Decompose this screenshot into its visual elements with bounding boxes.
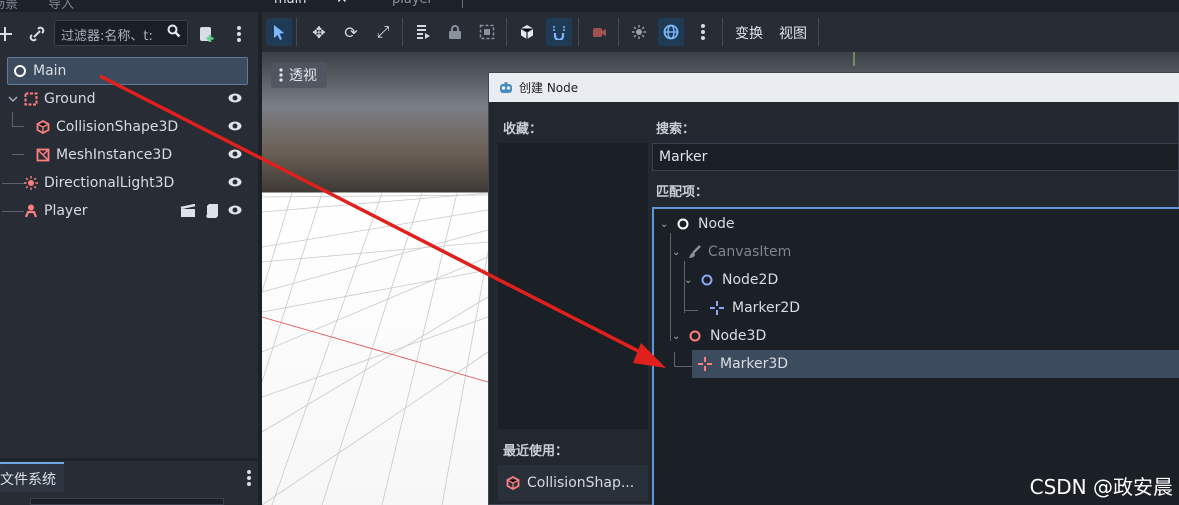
watermark: CSDN @政安晨 (1029, 475, 1173, 499)
annotation-arrow (99, 74, 666, 368)
